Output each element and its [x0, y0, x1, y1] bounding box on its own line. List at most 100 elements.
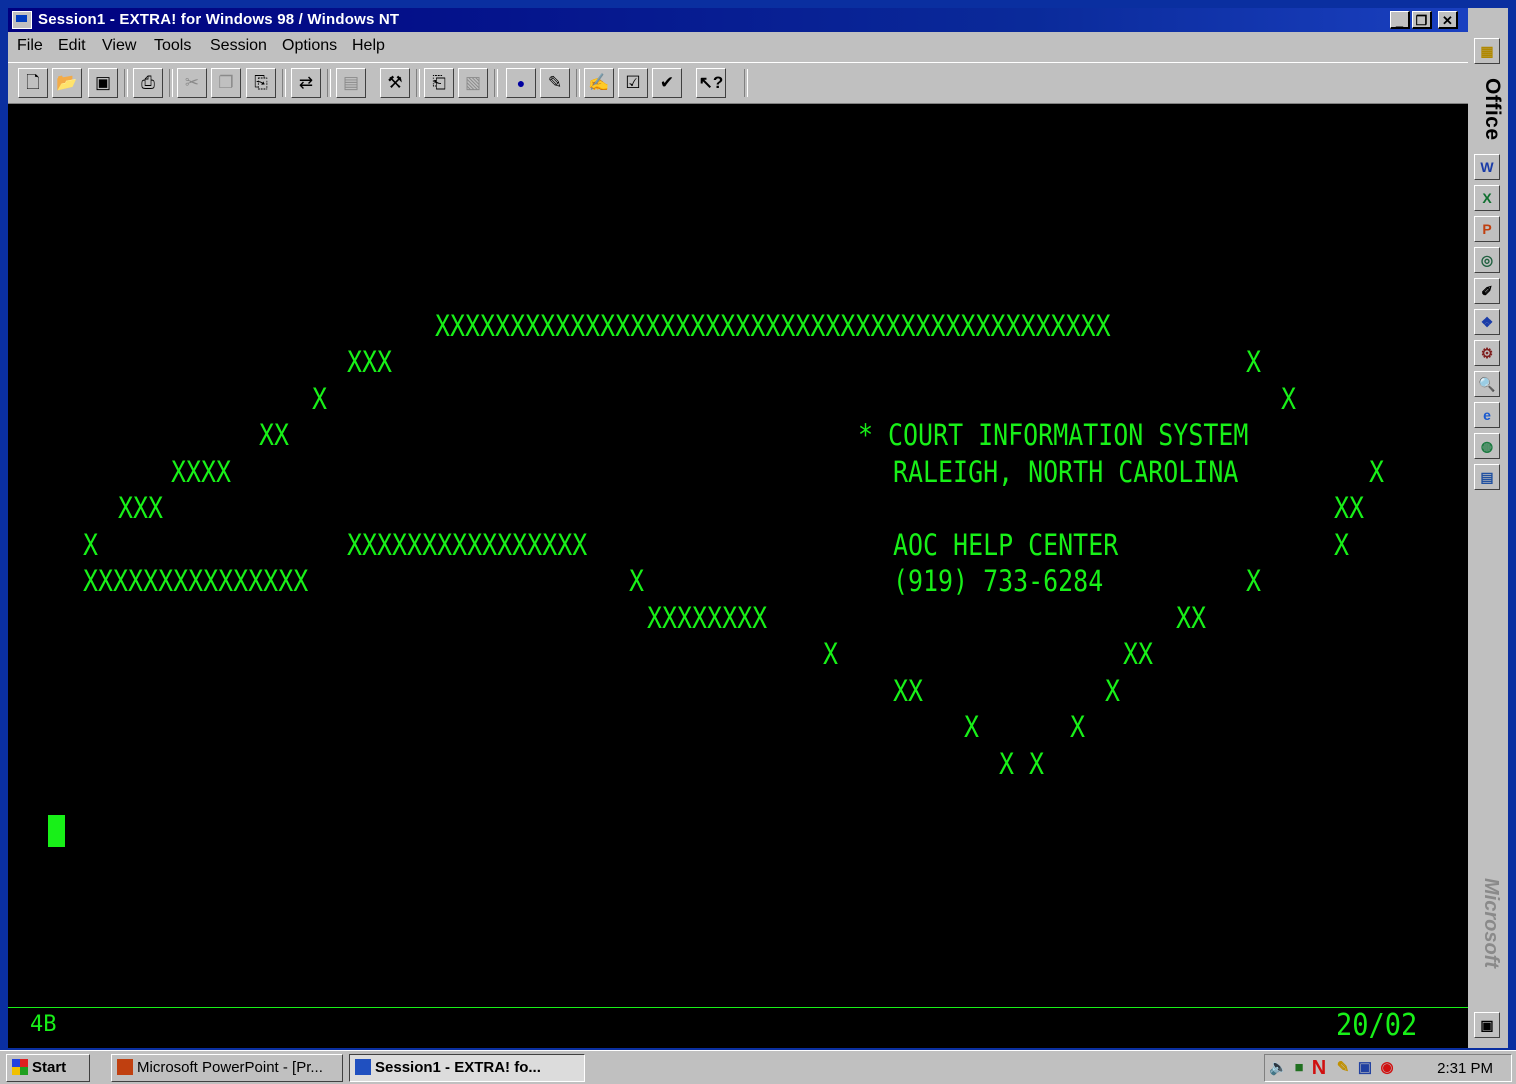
menu-session[interactable]: Session: [210, 37, 267, 55]
edit-icon[interactable]: ✍: [584, 68, 614, 98]
title-bar[interactable]: Session1 - EXTRA! for Windows 98 / Windo…: [8, 8, 1468, 32]
powerpoint-icon: [117, 1059, 133, 1075]
macro-icon[interactable]: ✎: [540, 68, 570, 98]
network-icon[interactable]: ◍: [1474, 433, 1500, 459]
tools-icon[interactable]: ⚒: [380, 68, 410, 98]
menu-edit[interactable]: Edit: [58, 37, 86, 55]
receive-icon[interactable]: ▧: [458, 68, 488, 98]
office-customize-icon[interactable]: ▣: [1474, 1012, 1500, 1038]
excel-icon[interactable]: X: [1474, 185, 1500, 211]
clock[interactable]: 2:31 PM: [1437, 1060, 1493, 1077]
toolbar-separator: [327, 69, 331, 97]
record-icon[interactable]: ●: [506, 68, 536, 98]
binder-icon[interactable]: ✐: [1474, 278, 1500, 304]
taskbar: Start Microsoft PowerPoint - [Pr... Sess…: [0, 1050, 1516, 1084]
paste-icon[interactable]: ⎘: [246, 68, 276, 98]
terminal-line: XXX: [347, 345, 393, 379]
menu-view[interactable]: View: [102, 37, 136, 55]
cursor-position: 20/02: [1336, 1008, 1418, 1043]
minimize-button[interactable]: _: [1390, 11, 1410, 29]
terminal-line: XX: [259, 418, 290, 452]
windows-logo-icon: [12, 1059, 28, 1075]
start-label: Start: [32, 1059, 67, 1076]
send-icon[interactable]: ▤: [336, 68, 366, 98]
terminal-line: X: [1281, 382, 1297, 416]
terminal-line: X: [1334, 528, 1350, 562]
outlook-icon[interactable]: ◎: [1474, 247, 1500, 273]
app-icon[interactable]: [12, 11, 32, 29]
toolbar-separator: [744, 69, 748, 97]
menu-bar: File Edit View Tools Session Options Hel…: [8, 34, 1468, 58]
microsoft-label: Microsoft: [1480, 878, 1502, 968]
norton-icon[interactable]: N: [1311, 1058, 1327, 1078]
copy-icon[interactable]: ❐: [211, 68, 241, 98]
internet-explorer-icon[interactable]: e: [1474, 402, 1500, 428]
toolbar-separator: [282, 69, 286, 97]
restore-button[interactable]: ❐: [1412, 11, 1432, 29]
calculator-icon[interactable]: ▤: [1474, 464, 1500, 490]
terminal-line: X: [1369, 455, 1385, 489]
window-title: Session1 - EXTRA! for Windows 98 / Windo…: [38, 11, 400, 28]
terminal-line: XXXXXXXX: [647, 601, 768, 635]
word-icon[interactable]: W: [1474, 154, 1500, 180]
lifebuoy-icon[interactable]: ◉: [1379, 1060, 1395, 1076]
extra-window: Session1 - EXTRA! for Windows 98 / Windo…: [8, 8, 1468, 1048]
task-label: Session1 - EXTRA! fo...: [375, 1059, 541, 1076]
terminal-line: XXXXXXXXXXXXXXX: [83, 564, 309, 598]
menu-options[interactable]: Options: [282, 37, 337, 55]
terminal-line: XX: [893, 674, 924, 708]
help-phone-text: (919) 733-6284: [893, 564, 1104, 598]
network-icon[interactable]: ■: [1291, 1060, 1307, 1076]
office-label: Office: [1481, 78, 1504, 141]
pencil-icon[interactable]: ✎: [1335, 1060, 1351, 1076]
terminal-icon: [355, 1059, 371, 1075]
help-center-text: AOC HELP CENTER: [893, 528, 1119, 562]
connect-icon[interactable]: ⇄: [291, 68, 321, 98]
taskbar-item-session1[interactable]: Session1 - EXTRA! fo...: [349, 1054, 585, 1082]
terminal-line: XXXX: [171, 455, 232, 489]
open-icon[interactable]: 📂: [52, 68, 82, 98]
new-icon[interactable]: 🗋: [18, 68, 48, 98]
monitor-icon[interactable]: ▣: [1357, 1060, 1373, 1076]
save-icon[interactable]: ▣: [88, 68, 118, 98]
menu-help[interactable]: Help: [352, 37, 385, 55]
powerpoint-icon[interactable]: P: [1474, 216, 1500, 242]
terminal-line: X: [1246, 564, 1262, 598]
status-separator: [8, 1007, 1468, 1008]
cut-icon[interactable]: ✂: [177, 68, 207, 98]
terminal-line: XX: [1176, 601, 1207, 635]
transfer-icon[interactable]: ⎗: [424, 68, 454, 98]
terminal-line: X: [1246, 345, 1262, 379]
task-label: Microsoft PowerPoint - [Pr...: [137, 1059, 323, 1076]
location-text: RALEIGH, NORTH CAROLINA: [893, 455, 1239, 489]
office-menu-icon[interactable]: ▦: [1474, 38, 1500, 64]
close-button[interactable]: ✕: [1438, 11, 1458, 29]
publisher-icon[interactable]: ❖: [1474, 309, 1500, 335]
print-icon[interactable]: ⎙: [133, 68, 163, 98]
terminal-line: X: [1105, 674, 1121, 708]
toolbar-separator: [576, 69, 580, 97]
system-tray: 🔈 ■ N ✎ ▣ ◉ 2:31 PM: [1264, 1054, 1512, 1082]
edit-2-icon[interactable]: ☑: [618, 68, 648, 98]
help-icon[interactable]: ↖?: [696, 68, 726, 98]
terminal-line: XX: [1334, 491, 1365, 525]
terminal-line: XX: [1123, 637, 1154, 671]
toolbar-separator: [416, 69, 420, 97]
terminal-line: XXXXXXXXXXXXXXXXXXXXXXXXXXXXXXXXXXXXXXXX…: [435, 309, 1111, 343]
check-icon[interactable]: ✔: [652, 68, 682, 98]
find-icon[interactable]: 🔍: [1474, 371, 1500, 397]
terminal-line: XXX: [118, 491, 164, 525]
menu-file[interactable]: File: [17, 37, 43, 55]
office-shortcut-bar: ▦ Office W X P ◎ ✐ ❖ ⚙ 🔍 e ◍ ▤ Microsoft…: [1468, 8, 1508, 1048]
terminal-screen[interactable]: XXXXXXXXXXXXXXXXXXXXXXXXXXXXXXXXXXXXXXXX…: [8, 104, 1468, 1048]
status-indicator: 4B: [30, 1012, 57, 1037]
terminal-line: X: [1070, 710, 1086, 744]
taskbar-item-powerpoint[interactable]: Microsoft PowerPoint - [Pr...: [111, 1054, 343, 1082]
access-icon[interactable]: ⚙: [1474, 340, 1500, 366]
menu-tools[interactable]: Tools: [154, 37, 191, 55]
toolbar: 🗋 📂 ▣ ⎙ ✂ ❐ ⎘ ⇄ ▤ ⚒ ⎗ ▧ ● ✎ ✍ ☑ ✔ ↖?: [8, 62, 1468, 104]
toolbar-separator: [169, 69, 173, 97]
start-button[interactable]: Start: [6, 1054, 90, 1082]
volume-icon[interactable]: 🔈: [1269, 1060, 1288, 1076]
terminal-line: X: [312, 382, 328, 416]
